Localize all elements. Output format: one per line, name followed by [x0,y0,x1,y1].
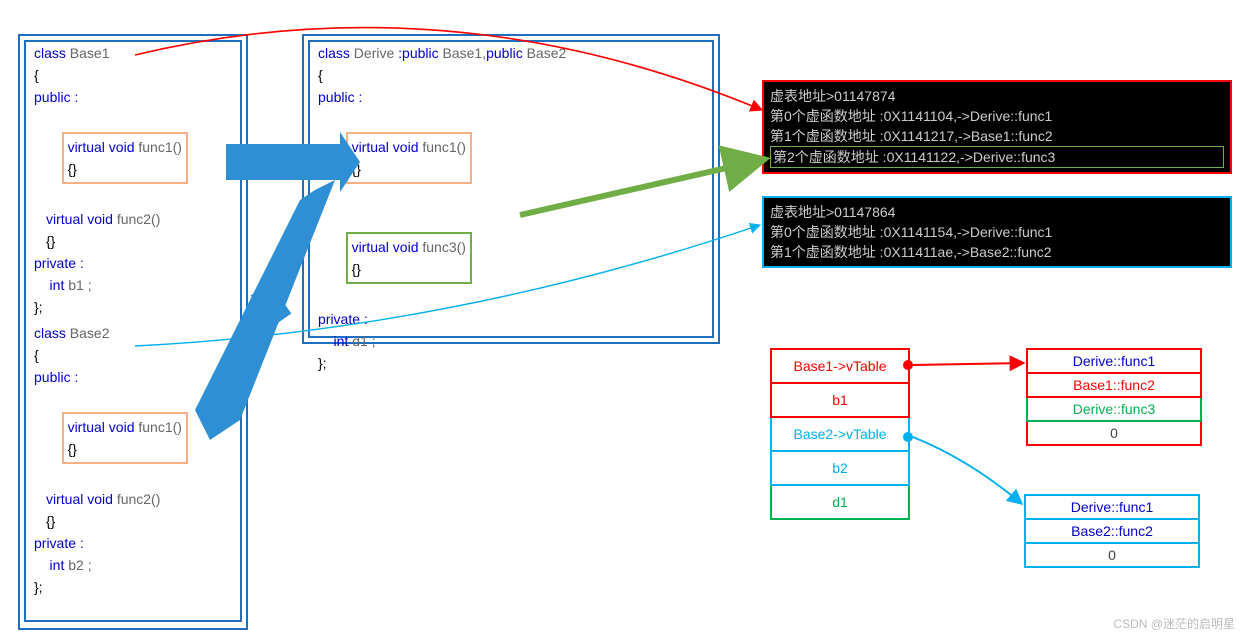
derive-func1-box: virtual void func1(){} [310,108,712,208]
base2-func2: virtual void func2() [26,488,240,510]
base1-func2: virtual void func2() [26,208,240,230]
base2-member: int b2 ; [26,554,240,576]
t2-l2: 第1个虚函数地址 :0X11411ae,->Base2::func2 [770,242,1224,262]
base2-func1-box: virtual void func1(){} [26,388,240,488]
brace2: { [26,344,240,366]
arrow-mem-to-vt2 [913,437,1022,504]
public-label2: public : [26,366,240,388]
watermark-text: CSDN @迷茫的启明星 [1113,615,1235,632]
terminal-vtable-1: 虚表地址>01147874 第0个虚函数地址 :0X1141104,->Deri… [762,80,1232,174]
t1-l1: 第0个虚函数地址 :0X1141104,->Derive::func1 [770,106,1224,126]
private-d: private : [310,308,712,330]
brace: { [26,64,240,86]
terminal-vtable-2: 虚表地址>01147864 第0个虚函数地址 :0X1141154,->Deri… [762,196,1232,268]
derive-member: int d1 ; [310,330,712,352]
arrow-mem-to-vt1 [913,363,1024,365]
t1-l3: 第2个虚函数地址 :0X1141122,->Derive::func3 [770,146,1224,168]
dot-blue [903,432,913,442]
mem-d1: d1 [771,485,909,519]
override-label-1: 覆盖 [263,154,301,177]
t2-l1: 第0个虚函数地址 :0X1141154,->Derive::func1 [770,222,1224,242]
private-label: private : [26,252,240,274]
mem-base2-vtable: Base2->vTable [771,417,909,451]
public-d: public : [310,86,712,108]
mem-b2: b2 [771,451,909,485]
private-label2: private : [26,532,240,554]
derive-panel: class Derive :public Base1,public Base2 … [308,40,714,338]
t1-l0: 虚表地址>01147874 [770,86,1224,106]
base2-decl: class Base2 [26,322,240,344]
derive-decl: class Derive :public Base1,public Base2 [310,42,712,64]
t1-l2: 第1个虚函数地址 :0X1141217,->Base1::func2 [770,126,1224,146]
vt1-r2: Derive::func3 [1027,397,1201,421]
base1-close: }; [26,296,240,318]
memory-layout-table: Base1->vTable b1 Base2->vTable b2 d1 [770,348,910,520]
mem-base1-vtable: Base1->vTable [771,349,909,383]
derive-close: }; [310,352,712,374]
vt2-r2: 0 [1025,543,1199,567]
vt2-r0: Derive::func1 [1025,495,1199,519]
override-label-2: 覆盖 [251,282,292,326]
base2-func2b: {} [26,510,240,532]
base1-member: int b1 ; [26,274,240,296]
t2-l0: 虚表地址>01147864 [770,202,1224,222]
public-label: public : [26,86,240,108]
base-classes-panel: class Base1 { public : virtual void func… [24,40,242,622]
vtable-blue: Derive::func1 Base2::func2 0 [1024,494,1200,568]
base2-close: }; [26,576,240,598]
base1-func2b: {} [26,230,240,252]
base1-func1-box: virtual void func1(){} [26,108,240,208]
brace-d: { [310,64,712,86]
vt1-r1: Base1::func2 [1027,373,1201,397]
vt1-r3: 0 [1027,421,1201,445]
vt2-r1: Base2::func2 [1025,519,1199,543]
base1-decl: class Base1 [26,42,240,64]
vtable-red: Derive::func1 Base1::func2 Derive::func3… [1026,348,1202,446]
vt1-r0: Derive::func1 [1027,349,1201,373]
mem-b1: b1 [771,383,909,417]
derive-func3-box: virtual void func3(){} [310,208,712,308]
dot-red [903,360,913,370]
